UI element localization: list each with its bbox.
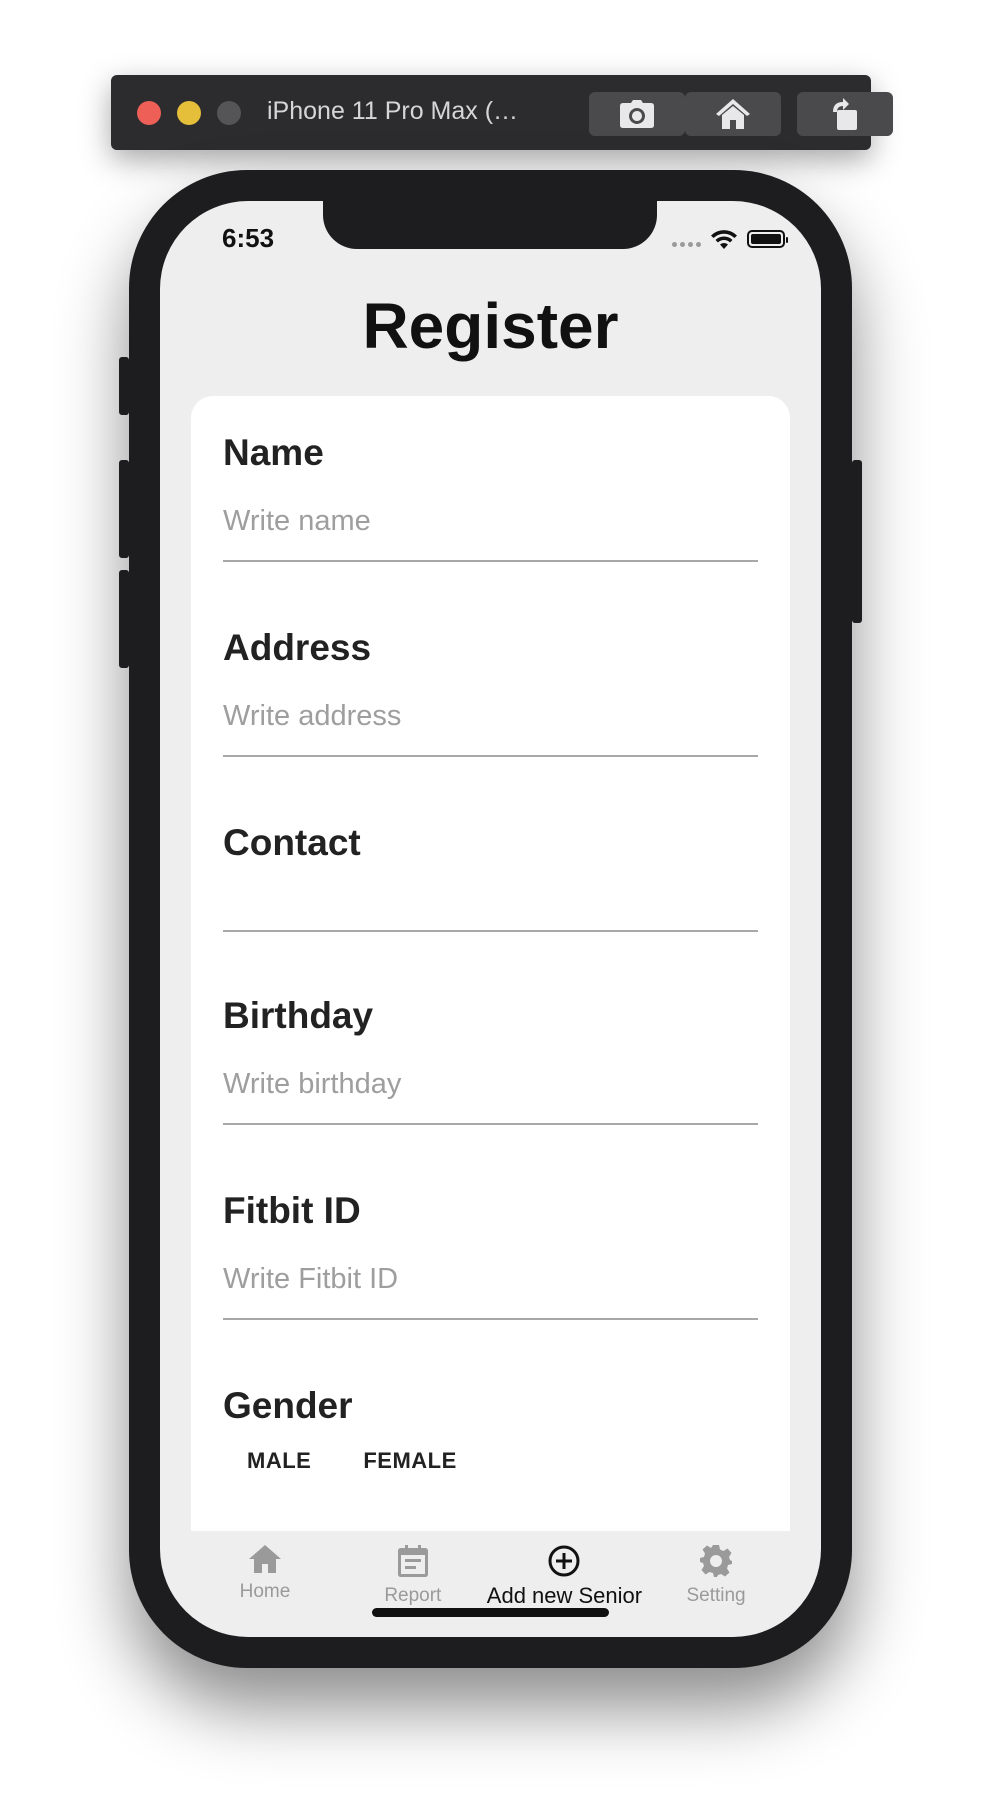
bottom-tab-bar: Home Report Add new Senior Setting [191,1531,790,1637]
gender-options: MALE FEMALE [247,1448,457,1474]
gear-icon [700,1545,733,1577]
home-icon [248,1545,281,1573]
address-field: Address [223,627,758,757]
notch [323,201,657,249]
birthday-input[interactable] [223,1067,758,1125]
tab-setting[interactable]: Setting [642,1531,790,1637]
cellular-signal-icon [672,232,701,247]
battery-icon [747,230,788,248]
rotate-button[interactable] [797,92,893,136]
contact-label: Contact [223,822,361,863]
tab-home[interactable]: Home [191,1531,339,1637]
status-time: 6:53 [222,223,275,253]
wifi-icon [711,230,737,249]
tab-add-new-senior-label: Add new Senior [486,1583,643,1608]
tab-report[interactable]: Report [339,1531,487,1637]
volume-down-button [119,570,129,668]
rotate-icon [833,98,857,130]
home-indicator[interactable] [372,1608,609,1617]
gender-option-male[interactable]: MALE [247,1448,311,1474]
name-field: Name [223,432,758,562]
fitbit-id-input[interactable] [223,1262,758,1320]
status-indicators [672,229,788,249]
simulator-window-titlebar: iPhone 11 Pro Max (… [111,75,893,150]
tab-add-new-senior[interactable]: Add new Senior [487,1531,642,1637]
silent-switch [119,357,129,415]
tab-home-label: Home [239,1581,291,1602]
name-label: Name [223,432,324,473]
birthday-field: Birthday [223,995,758,1125]
name-input[interactable] [223,504,758,562]
home-button[interactable] [685,92,781,136]
tab-setting-label: Setting [686,1585,746,1606]
birthday-label: Birthday [223,995,374,1036]
fitbit-id-label: Fitbit ID [223,1190,361,1231]
volume-up-button [119,460,129,558]
gender-label: Gender [223,1385,353,1426]
address-label: Address [223,627,372,668]
gender-field: Gender [223,1385,758,1427]
register-form-card: Name Address Contact Birthday Fitbit ID [191,396,790,1531]
simulator-title: iPhone 11 Pro Max (… [267,97,519,125]
phone-screen: 6:53 Register Name Address [160,201,821,1637]
page-title: Register [362,290,619,362]
address-input[interactable] [223,699,758,757]
plus-circle-icon [548,1545,580,1577]
camera-icon [620,100,654,128]
gender-option-female[interactable]: FEMALE [363,1448,456,1474]
contact-input[interactable] [223,894,758,932]
minimize-window-button[interactable] [177,101,201,125]
calendar-icon [397,1545,428,1577]
screenshot-button[interactable] [589,92,685,136]
home-icon [716,99,750,129]
iphone-device-frame: 6:53 Register Name Address [119,170,862,1668]
fitbit-id-field: Fitbit ID [223,1190,758,1320]
contact-field: Contact [223,822,758,932]
power-button [852,460,862,623]
zoom-window-button[interactable] [217,101,241,125]
close-window-button[interactable] [137,101,161,125]
tab-report-label: Report [384,1585,442,1606]
